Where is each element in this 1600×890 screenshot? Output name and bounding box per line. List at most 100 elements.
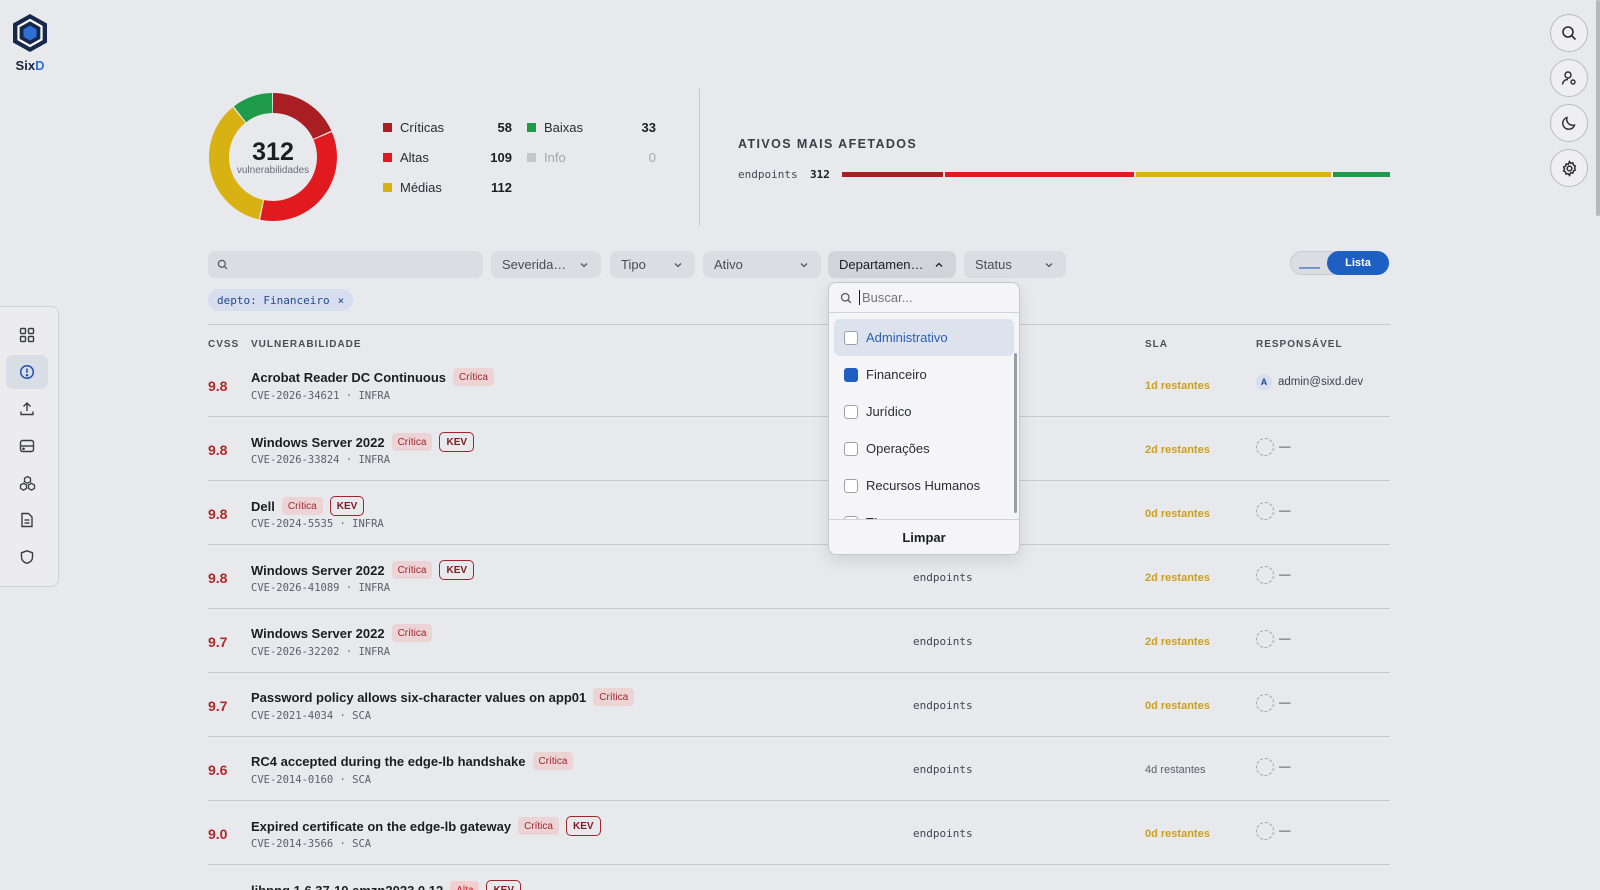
asset-row[interactable]: endpoints 312 xyxy=(738,167,1390,181)
nav-integrations[interactable] xyxy=(6,466,48,500)
asset-bar-segment-críticas xyxy=(842,171,943,177)
checkbox[interactable] xyxy=(844,404,858,419)
checkbox[interactable] xyxy=(844,478,858,493)
table-row[interactable]: 9.6 RC4 accepted during the edge-lb hands… xyxy=(208,738,1390,801)
vulnerability-title[interactable]: Windows Server 2022 Crítica xyxy=(251,624,433,642)
vulnerability-meta: CVE-2021-4034 · SCA xyxy=(251,710,372,722)
legend-info[interactable]: Info 0 xyxy=(527,147,667,167)
filter-asset[interactable]: Ativo xyxy=(703,251,821,278)
dropdown-scrollbar[interactable] xyxy=(1014,353,1017,513)
dropdown-option[interactable]: Operações xyxy=(834,430,1014,467)
vulnerability-title[interactable]: RC4 accepted during the edge-lb handshak… xyxy=(251,752,574,770)
checkbox[interactable] xyxy=(844,330,858,345)
header-vulnerability[interactable]: VULNERABILIDADE xyxy=(251,339,362,350)
vulnerability-title[interactable]: Dell Crítica KEV xyxy=(251,496,365,516)
summary-divider xyxy=(699,89,700,226)
responsible-cell[interactable]: — xyxy=(1256,694,1291,712)
dropdown-option[interactable]: Administrativo xyxy=(834,319,1014,356)
nav-policies[interactable] xyxy=(6,540,48,574)
nav-vulnerabilities[interactable] xyxy=(6,355,48,389)
user-settings-icon xyxy=(1561,71,1576,85)
option-label: Jurídico xyxy=(866,404,912,419)
legend-swatch xyxy=(383,152,392,162)
dropdown-search-input[interactable] xyxy=(859,290,999,305)
kev-badge: KEV xyxy=(329,496,365,516)
upload-icon xyxy=(20,402,34,416)
cvss-score: 9.8 xyxy=(208,570,228,586)
severity-badge: Crítica xyxy=(453,368,494,386)
nav-upload[interactable] xyxy=(6,392,48,426)
filter-severity[interactable]: Severida… xyxy=(491,251,601,278)
vulnerability-title[interactable]: Windows Server 2022 Crítica KEV xyxy=(251,432,475,452)
dropdown-option[interactable]: Jurídico xyxy=(834,393,1014,430)
responsible-cell[interactable]: — xyxy=(1256,502,1291,520)
view-list-button[interactable]: Lista xyxy=(1327,251,1389,275)
responsible-cell[interactable]: — xyxy=(1256,758,1291,776)
nav-reports[interactable] xyxy=(6,503,48,537)
table-row[interactable]: 9.8 Dell Crítica KEV CVE-2024-5535 · INFRA 0d… xyxy=(208,482,1390,545)
responsible-name: — xyxy=(1279,697,1291,709)
header-responsible[interactable]: RESPONSÁVEL xyxy=(1256,339,1343,350)
table-row[interactable]: libpng 1.6.37-10.amzn2023.0.12 Alta KEV xyxy=(208,866,1390,890)
sla-cell: 0d restantes xyxy=(1145,700,1210,712)
legend-medias[interactable]: Médias 112 xyxy=(383,177,527,197)
vulnerability-meta: CVE-2024-5535 · INFRA xyxy=(251,518,384,530)
chip-label: depto: Financeiro xyxy=(217,293,330,307)
theme-toggle-button[interactable] xyxy=(1550,104,1588,142)
table-row[interactable]: 9.8 Acrobat Reader DC Continuous Crítica CV… xyxy=(208,354,1390,417)
header-sla[interactable]: SLA xyxy=(1145,339,1168,350)
responsible-name: admin@sixd.dev xyxy=(1278,376,1364,388)
clear-button[interactable]: Limpar xyxy=(829,519,1019,554)
legend-altas[interactable]: Altas 109 xyxy=(383,147,527,167)
brand-logo[interactable]: SixD xyxy=(9,12,51,73)
active-filter-chip[interactable]: depto: Financeiro × xyxy=(208,289,354,311)
user-settings-button[interactable] xyxy=(1550,59,1588,97)
vulnerability-title[interactable]: Acrobat Reader DC Continuous Crítica xyxy=(251,368,494,386)
responsible-cell[interactable]: — xyxy=(1256,630,1291,648)
sla-cell: 2d restantes xyxy=(1145,444,1210,456)
dropdown-option[interactable]: Financeiro xyxy=(834,356,1014,393)
table-row[interactable]: 9.8 Windows Server 2022 Crítica KEV CVE-2026… xyxy=(208,546,1390,609)
option-label: Administrativo xyxy=(866,330,948,345)
vulnerability-title[interactable]: Expired certificate on the edge-lb gatew… xyxy=(251,816,601,836)
settings-button[interactable] xyxy=(1550,149,1588,187)
view-toggle-dash[interactable]: —— xyxy=(1299,262,1320,274)
dropdown-option[interactable]: Recursos Humanos xyxy=(834,467,1014,504)
responsible-cell[interactable]: Aadmin@sixd.dev xyxy=(1256,374,1363,390)
view-toggle[interactable]: —— Lista xyxy=(1290,251,1389,275)
responsible-cell[interactable]: — xyxy=(1256,566,1291,584)
table-row[interactable]: 9.7 Windows Server 2022 Crítica CVE-2026-32… xyxy=(208,610,1390,673)
filter-type[interactable]: Tipo xyxy=(610,251,695,278)
filter-department[interactable]: Departamen… xyxy=(828,251,956,278)
dropdown-search[interactable] xyxy=(829,283,1019,313)
vulnerability-title[interactable]: Windows Server 2022 Crítica KEV xyxy=(251,560,475,580)
search-input[interactable] xyxy=(208,251,483,278)
legend-criticas[interactable]: Críticas 58 xyxy=(383,117,527,137)
nav-dashboard[interactable] xyxy=(6,318,48,352)
responsible-cell[interactable]: — xyxy=(1256,822,1291,840)
kev-badge: KEV xyxy=(439,560,475,580)
asset-cell: endpoints xyxy=(913,635,973,648)
table-row[interactable]: 9.7 Password policy allows six-character … xyxy=(208,674,1390,737)
checkbox[interactable] xyxy=(844,367,858,382)
responsible-name: — xyxy=(1279,441,1291,453)
nav-assets[interactable] xyxy=(6,429,48,463)
vulnerability-title[interactable]: Password policy allows six-character val… xyxy=(251,688,635,706)
table-row[interactable]: 9.8 Windows Server 2022 Crítica KEV CVE-2026… xyxy=(208,418,1390,481)
assets-title: ATIVOS MAIS AFETADOS xyxy=(738,137,918,151)
chevron-down-icon xyxy=(674,262,682,267)
responsible-cell[interactable]: — xyxy=(1256,438,1291,456)
search-icon xyxy=(1562,26,1577,41)
chip-close-icon[interactable]: × xyxy=(338,294,345,307)
legend-baixas[interactable]: Baixas 33 xyxy=(527,117,667,137)
header-cvss[interactable]: CVSS xyxy=(208,339,239,350)
dropdown-option[interactable]: TI xyxy=(834,504,1014,519)
page-scrollbar[interactable] xyxy=(1596,0,1600,216)
vulnerability-title[interactable]: libpng 1.6.37-10.amzn2023.0.12 Alta KEV xyxy=(251,880,522,890)
checkbox[interactable] xyxy=(844,515,858,519)
global-search-button[interactable] xyxy=(1550,14,1588,52)
server-icon xyxy=(19,439,35,453)
filter-status[interactable]: Status xyxy=(964,251,1066,278)
table-row[interactable]: 9.0 Expired certificate on the edge-lb ga… xyxy=(208,802,1390,865)
checkbox[interactable] xyxy=(844,441,858,456)
